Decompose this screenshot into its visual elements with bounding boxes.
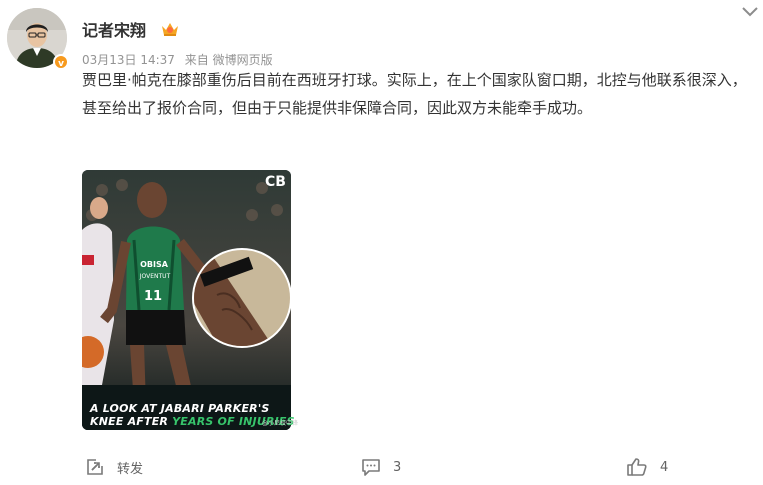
like-button[interactable]: 4 — [626, 456, 668, 478]
jersey-number: 11 — [144, 289, 162, 304]
author-avatar[interactable]: v — [7, 8, 71, 72]
comment-button[interactable]: 3 — [361, 456, 401, 478]
svg-text:v: v — [58, 59, 64, 68]
image-caption-prefix: KNEE AFTER — [90, 415, 173, 428]
comment-icon — [362, 459, 380, 476]
repost-label: 转发 — [117, 461, 144, 477]
jersey-team: JOVENTUT — [139, 273, 171, 280]
image-watermark: @小尼校中锋 — [262, 420, 299, 427]
comment-count: 3 — [393, 459, 402, 475]
post-image[interactable]: OBISA JOVENTUT 11 — [82, 170, 291, 430]
like-count: 4 — [660, 459, 669, 475]
post-text: 贾巴里·帕克在膝部重伤后目前在西班牙打球。实际上，在上个国家队窗口期，北控与他联… — [82, 71, 747, 117]
post-source: 来自 微博网页版 — [184, 53, 273, 67]
verified-badge-icon: v — [53, 54, 69, 70]
image-logo: CB — [265, 174, 286, 190]
chevron-down-icon[interactable] — [740, 4, 760, 20]
vip-crown-icon[interactable] — [160, 20, 180, 38]
jersey-sponsor: OBISA — [140, 260, 169, 269]
author-name[interactable]: 记者宋翔 — [82, 17, 146, 41]
post-date[interactable]: 03月13日 14:37 — [82, 53, 175, 67]
repost-button[interactable]: 转发 — [85, 456, 143, 478]
repost-icon — [87, 457, 105, 475]
thumbs-up-icon — [627, 458, 647, 476]
action-bar: 转发 3 4 — [0, 456, 763, 478]
image-caption-line1: A LOOK AT JABARI PARKER'S — [90, 402, 270, 415]
